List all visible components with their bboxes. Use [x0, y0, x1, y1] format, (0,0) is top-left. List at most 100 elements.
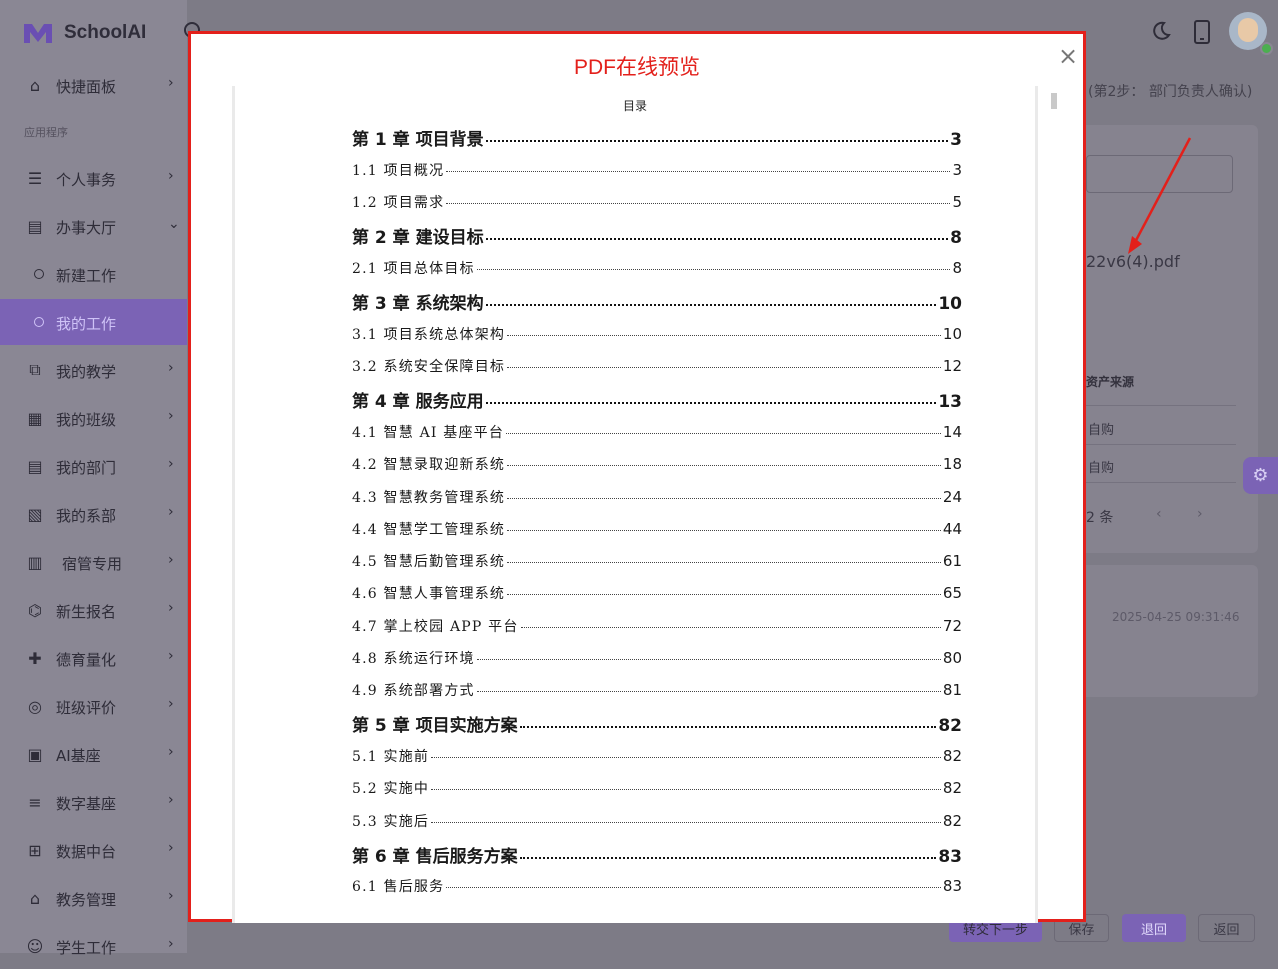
settings-gear-icon[interactable]: ⚙: [1243, 457, 1278, 494]
toc-page-number: 14: [942, 423, 962, 441]
teaching-icon: ⧉: [29, 360, 41, 379]
sidebar-item[interactable]: ⌬ 新生报名 ›: [0, 587, 187, 633]
toc-page-number: 83: [942, 877, 962, 895]
brand[interactable]: SchoolAI: [22, 18, 146, 48]
student-icon: ☺: [26, 936, 44, 956]
toc-section-entry[interactable]: 5.2 实施中 82: [352, 778, 962, 798]
sidebar-item[interactable]: ⌂ 教务管理 ›: [0, 875, 187, 921]
toc-chapter-entry[interactable]: 第 5 章 项目实施方案 82: [352, 711, 962, 736]
toc-section-entry[interactable]: 3.2 系统安全保障目标 12: [352, 356, 962, 376]
toc-section-entry[interactable]: 6.1 售后服务 83: [352, 876, 962, 896]
toc-chapter-entry[interactable]: 第 2 章 建设目标 8: [352, 223, 962, 248]
divider: [1086, 444, 1236, 445]
toc-section-entry[interactable]: 4.8 系统运行环境 80: [352, 648, 962, 668]
toc-page-number: 10: [942, 325, 962, 343]
sidebar-item[interactable]: 新建工作: [0, 251, 187, 297]
rating-icon: ◎: [28, 696, 42, 716]
toc-chapter-entry[interactable]: 第 4 章 服务应用 13: [352, 387, 962, 412]
next-page-icon[interactable]: ›: [1197, 506, 1203, 522]
sidebar-item[interactable]: ▧ 我的系部 ›: [0, 491, 187, 537]
toc-entry-title: 2.1 项目总体目标: [352, 261, 475, 277]
toc-section-entry[interactable]: 1.1 项目概况 3: [352, 160, 962, 180]
sidebar-item-label: 德育量化: [56, 651, 117, 669]
sidebar-item[interactable]: ▥ 宿管专用 ›: [0, 539, 187, 585]
toc-section-entry[interactable]: 4.3 智慧教务管理系统 24: [352, 487, 962, 507]
sidebar-item[interactable]: ⊞ 数据中台 ›: [0, 827, 187, 873]
chevron-right-icon: ›: [168, 504, 174, 520]
toc-leader-dots: [507, 335, 941, 336]
total-count: 2 条: [1086, 510, 1114, 526]
toc-entry-title: 3.2 系统安全保障目标: [352, 359, 506, 375]
sidebar-item[interactable]: ☰ 个人事务 ›: [0, 155, 187, 201]
toc-section-entry[interactable]: 4.6 智慧人事管理系统 65: [352, 583, 962, 603]
sidebar-item[interactable]: ▤ 办事大厅 ⌄: [0, 203, 187, 249]
data-center-icon: ⊞: [28, 840, 42, 860]
toc-section-entry[interactable]: 4.7 掌上校园 APP 平台 72: [352, 616, 962, 636]
database-icon: ≡: [28, 792, 42, 812]
chevron-right-icon: ›: [168, 888, 174, 904]
sidebar-item-label: 快捷面板: [56, 78, 117, 96]
toc-leader-dots: [476, 691, 941, 692]
sidebar-item[interactable]: ⧉ 我的教学 ›: [0, 347, 187, 393]
sidebar-item[interactable]: ☺ 学生工作 ›: [0, 923, 187, 969]
sidebar-item[interactable]: ✚ 德育量化 ›: [0, 635, 187, 681]
toc-page-number: 81: [942, 681, 962, 699]
toc-page-number: 10: [938, 294, 962, 314]
sidebar-item-label: 我的工作: [56, 315, 117, 333]
toc-chapter-entry[interactable]: 第 6 章 售后服务方案 83: [352, 842, 962, 867]
chevron-down-icon: ⌄: [168, 216, 180, 232]
toc-entry-title: 4.4 智慧学工管理系统: [352, 522, 506, 538]
toc-page-number: 44: [942, 520, 962, 538]
pdf-page[interactable]: 目录 第 1 章 项目背景 3 1.1 项目概况 3 1.2 项目需求 5 第 2 章 建设…: [232, 86, 1038, 923]
toc-chapter-entry[interactable]: 第 3 章 系统架构 10: [352, 289, 962, 314]
toc-section-entry[interactable]: 4.9 系统部署方式 81: [352, 680, 962, 700]
toc-entry-title: 第 2 章 建设目标: [352, 228, 484, 248]
reject-button[interactable]: 退回: [1122, 914, 1186, 942]
return-button[interactable]: 返回: [1198, 914, 1255, 942]
sidebar-item[interactable]: ▤ 我的部门 ›: [0, 443, 187, 489]
sidebar-item[interactable]: ◎ 班级评价 ›: [0, 683, 187, 729]
chevron-right-icon: ›: [168, 75, 174, 91]
graduation-icon: ⌬: [28, 600, 42, 620]
document-icon: ▤: [27, 216, 43, 236]
toc-leader-dots: [446, 203, 951, 204]
sidebar-item[interactable]: ▦ 我的班级 ›: [0, 395, 187, 441]
toc-entry-title: 4.1 智慧 AI 基座平台: [352, 425, 505, 441]
prev-page-icon[interactable]: ‹: [1156, 506, 1162, 522]
sidebar-item-label: 班级评价: [56, 699, 117, 717]
toc-page-number: 8: [950, 228, 962, 248]
mobile-icon[interactable]: [1193, 20, 1211, 44]
toc-leader-dots: [431, 789, 941, 790]
sidebar-item[interactable]: ▣ AI基座 ›: [0, 731, 187, 777]
toc-section-entry[interactable]: 1.2 项目需求 5: [352, 192, 962, 212]
scrollbar-thumb[interactable]: [1051, 93, 1057, 109]
sidebar-item[interactable]: 我的工作: [0, 299, 187, 345]
sidebar-item[interactable]: ≡ 数字基座 ›: [0, 779, 187, 825]
moon-icon[interactable]: [1150, 20, 1172, 42]
toc-section-entry[interactable]: 3.1 项目系统总体架构 10: [352, 324, 962, 344]
chevron-right-icon: ›: [168, 168, 174, 184]
chevron-right-icon: ›: [168, 936, 174, 952]
sidebar-item[interactable]: ⌂ 快捷面板 ›: [0, 62, 187, 108]
toc-entry-title: 4.8 系统运行环境: [352, 651, 475, 667]
home-icon: ⌂: [29, 75, 41, 95]
toc-heading: 目录: [622, 99, 647, 113]
toc-section-entry[interactable]: 4.4 智慧学工管理系统 44: [352, 519, 962, 539]
toc-chapter-entry[interactable]: 第 1 章 项目背景 3: [352, 125, 962, 150]
toc-entry-title: 第 4 章 服务应用: [352, 392, 484, 412]
toc-section-entry[interactable]: 4.2 智慧录取迎新系统 18: [352, 454, 962, 474]
academic-icon: ⌂: [29, 888, 41, 908]
toc-section-entry[interactable]: 4.5 智慧后勤管理系统 61: [352, 551, 962, 571]
toc-section-entry[interactable]: 4.1 智慧 AI 基座平台 14: [352, 422, 962, 442]
toc-page-number: 83: [938, 847, 962, 867]
toc-section-entry[interactable]: 5.3 实施后 82: [352, 811, 962, 831]
toc-leader-dots: [485, 238, 949, 240]
close-icon[interactable]: ×: [1058, 44, 1078, 68]
sidebar-item-label: 我的部门: [56, 459, 117, 477]
department-icon: ▤: [27, 456, 43, 476]
toc-leader-dots: [485, 402, 937, 404]
toc-section-entry[interactable]: 5.1 实施前 82: [352, 746, 962, 766]
toc-leader-dots: [476, 269, 951, 270]
toc-section-entry[interactable]: 2.1 项目总体目标 8: [352, 258, 962, 278]
toc-entry-title: 6.1 售后服务: [352, 879, 445, 895]
